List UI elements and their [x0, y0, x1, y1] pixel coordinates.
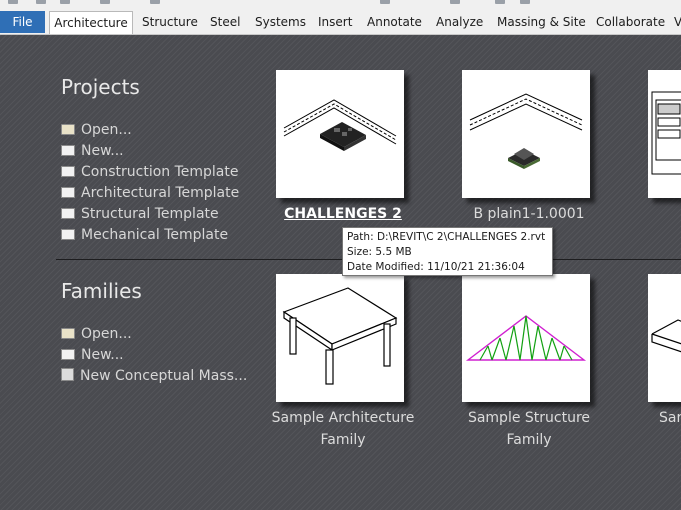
tab-massing-site[interactable]: Massing & Site: [497, 11, 586, 33]
recent-family-thumbnail[interactable]: [648, 274, 681, 402]
tooltip-date-modified: Date Modified: 11/10/21 21:36:04: [347, 261, 525, 273]
tab-architecture[interactable]: Architecture: [49, 11, 133, 34]
tab-view[interactable]: V: [674, 11, 681, 33]
beam-model-preview: [651, 319, 681, 353]
recent-family-name[interactable]: Sar: [625, 407, 681, 429]
building-model-preview: [283, 99, 397, 151]
tab-collaborate[interactable]: Collaborate: [596, 11, 665, 33]
template-file-icon: [61, 187, 75, 198]
folder-open-icon: [61, 124, 75, 135]
family-new-link[interactable]: New...: [61, 345, 124, 365]
new-file-icon: [61, 349, 75, 360]
folder-open-icon: [61, 328, 75, 339]
tab-insert[interactable]: Insert: [318, 11, 352, 33]
recent-family-name[interactable]: Sample Structure Family: [439, 407, 619, 451]
tab-file[interactable]: File: [0, 11, 45, 33]
construction-template-link[interactable]: Construction Template: [61, 162, 238, 182]
tab-steel[interactable]: Steel: [210, 11, 240, 33]
recent-project-name[interactable]: CHALLENGES 2: [253, 203, 433, 225]
template-file-icon: [61, 229, 75, 240]
file-info-tooltip: Path: D:\REVIT\C 2\CHALLENGES 2.rvt Size…: [342, 227, 553, 276]
tab-systems[interactable]: Systems: [255, 11, 306, 33]
families-heading: Families: [61, 279, 142, 303]
project-new-link[interactable]: New...: [61, 141, 124, 161]
recent-family-thumbnail[interactable]: [462, 274, 590, 402]
projects-heading: Projects: [61, 75, 140, 99]
tooltip-size: Size: 5.5 MB: [347, 246, 412, 258]
tab-analyze[interactable]: Analyze: [436, 11, 483, 33]
table-model-preview: [282, 287, 398, 385]
recent-project-thumbnail[interactable]: [462, 70, 590, 198]
template-file-icon: [61, 166, 75, 177]
truss-model-preview: [465, 315, 587, 361]
new-conceptual-mass-link[interactable]: New Conceptual Mass...: [61, 366, 247, 386]
sheet-preview: [651, 91, 681, 175]
tooltip-path: Path: D:\REVIT\C 2\CHALLENGES 2.rvt: [347, 231, 546, 243]
recent-project-thumbnail[interactable]: [648, 70, 681, 198]
mechanical-template-link[interactable]: Mechanical Template: [61, 225, 228, 245]
recent-project-thumbnail[interactable]: [276, 70, 404, 198]
recent-family-thumbnail[interactable]: [276, 274, 404, 402]
architectural-template-link[interactable]: Architectural Template: [61, 183, 239, 203]
tab-structure[interactable]: Structure: [142, 11, 198, 33]
recent-family-name[interactable]: Sample Architecture Family: [253, 407, 433, 451]
project-open-link[interactable]: Open...: [61, 120, 132, 140]
building-model-preview: [469, 93, 583, 169]
quick-access-toolbar: [0, 0, 681, 8]
family-open-link[interactable]: Open...: [61, 324, 132, 344]
ribbon-tab-bar: File Architecture Structure Steel System…: [0, 0, 681, 35]
structural-template-link[interactable]: Structural Template: [61, 204, 219, 224]
tab-annotate[interactable]: Annotate: [367, 11, 422, 33]
new-file-icon: [61, 145, 75, 156]
mass-cube-icon: [61, 368, 74, 381]
recent-project-name[interactable]: B plain1-1.0001: [439, 203, 619, 225]
template-file-icon: [61, 208, 75, 219]
